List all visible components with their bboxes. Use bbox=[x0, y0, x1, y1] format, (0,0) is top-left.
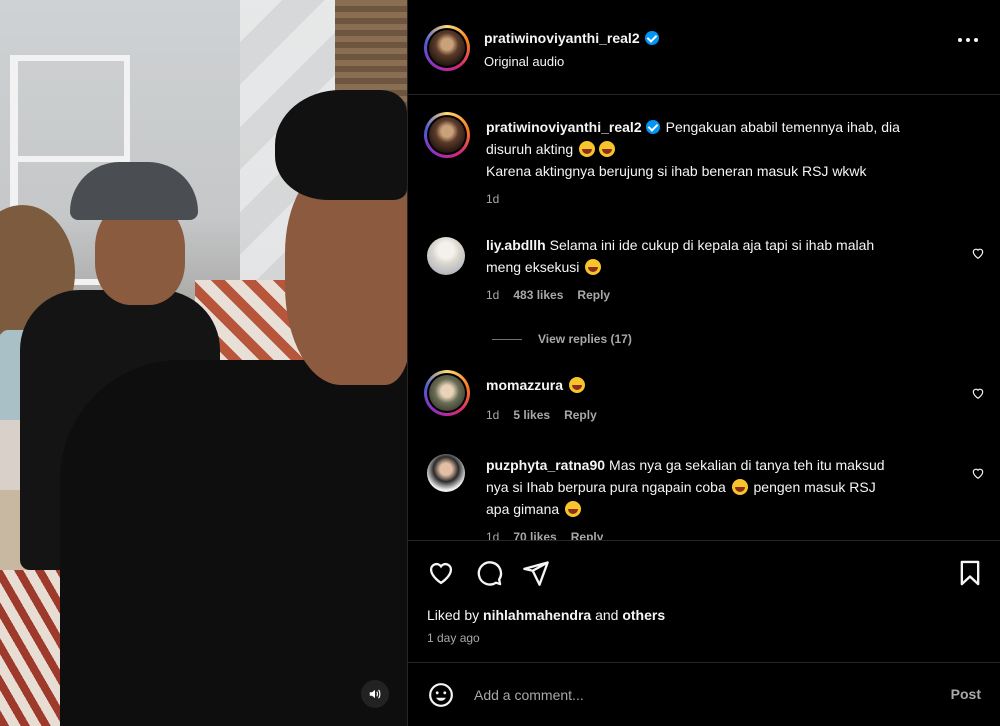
like-comment-heart-icon[interactable] bbox=[971, 466, 985, 480]
comment-likes[interactable]: 5 likes bbox=[513, 408, 550, 422]
caption-line-1: Pengakuan ababil temennya ihab, dia bbox=[665, 119, 900, 135]
post-comment-button[interactable]: Post bbox=[951, 686, 981, 702]
grinning-sweat-emoji-icon bbox=[599, 141, 616, 157]
like-heart-icon[interactable] bbox=[427, 559, 455, 587]
save-bookmark-icon[interactable] bbox=[956, 559, 984, 587]
author-username[interactable]: pratiwinoviyanthi_real2 bbox=[484, 30, 640, 46]
like-comment-heart-icon[interactable] bbox=[971, 246, 985, 260]
comment-line-2b: pengen masuk RSJ bbox=[753, 479, 876, 495]
author-info: pratiwinoviyanthi_real2 Original audio bbox=[484, 30, 659, 69]
comment-username[interactable]: puzphyta_ratna90 bbox=[486, 457, 605, 473]
emoji-picker-icon[interactable] bbox=[428, 682, 454, 708]
comment-meta: 1d 5 likes Reply bbox=[486, 408, 597, 422]
reel-video[interactable] bbox=[0, 0, 407, 726]
view-replies-divider bbox=[492, 338, 522, 340]
comment-likes[interactable]: 483 likes bbox=[513, 288, 563, 302]
comment-age: 1d bbox=[486, 408, 500, 422]
caption-line-3: Karena aktingnya berujung si ihab benera… bbox=[486, 163, 867, 179]
post-panel: pratiwinoviyanthi_real2 Original audio p… bbox=[407, 0, 1000, 726]
reply-button[interactable]: Reply bbox=[564, 408, 597, 422]
liked-by-and: and bbox=[595, 607, 619, 623]
comment-line-1: Mas nya ga sekalian di tanya teh itu mak… bbox=[609, 457, 885, 473]
comment-username[interactable]: momazzura bbox=[486, 377, 563, 393]
liked-by-user[interactable]: nihlahmahendra bbox=[483, 607, 591, 623]
comment-text: momazzura bbox=[486, 374, 961, 396]
video-person-right-hair bbox=[275, 90, 407, 200]
more-options-icon[interactable] bbox=[958, 38, 978, 42]
post-actions: Liked by nihlahmahendra and others 1 day… bbox=[408, 540, 1000, 660]
grinning-sweat-emoji-icon bbox=[585, 259, 602, 275]
comment-composer: Post bbox=[408, 662, 1000, 726]
comment-avatar[interactable] bbox=[427, 454, 465, 492]
verified-badge-icon bbox=[644, 31, 659, 45]
comment-bubble-icon[interactable] bbox=[475, 559, 503, 587]
comment-age: 1d bbox=[486, 288, 500, 302]
share-send-icon[interactable] bbox=[522, 559, 550, 587]
reply-button[interactable]: Reply bbox=[577, 288, 610, 302]
comment-avatar[interactable] bbox=[424, 370, 470, 416]
caption-text: pratiwinoviyanthi_real2 Pengakuan ababil … bbox=[486, 116, 961, 182]
author-avatar[interactable] bbox=[424, 25, 470, 71]
liked-by-others[interactable]: others bbox=[622, 607, 665, 623]
comment-avatar-image bbox=[429, 375, 465, 411]
grinning-sweat-emoji-icon bbox=[565, 501, 582, 517]
grinning-sweat-emoji-icon bbox=[579, 141, 596, 157]
comment-input[interactable] bbox=[474, 682, 914, 708]
comment-meta: 1d 483 likes Reply bbox=[486, 288, 610, 302]
caption-avatar-image bbox=[429, 117, 465, 153]
caption-meta: 1d bbox=[486, 192, 499, 206]
audio-label[interactable]: Original audio bbox=[484, 54, 659, 69]
caption-line-2: disuruh akting bbox=[486, 141, 574, 157]
comment-age: 1d bbox=[486, 530, 500, 540]
comment-text: liy.abdllh Selama ini ide cukup di kepala… bbox=[486, 234, 961, 278]
comment-line-2: meng eksekusi bbox=[486, 259, 580, 275]
grinning-sweat-emoji-icon bbox=[731, 479, 748, 495]
liked-by: Liked by nihlahmahendra and others bbox=[427, 607, 665, 623]
comment-line-2: nya si Ihab berpura pura ngapain coba bbox=[486, 479, 726, 495]
caption-avatar[interactable] bbox=[424, 112, 470, 158]
view-replies-button[interactable]: View replies (17) bbox=[492, 332, 632, 346]
comment-meta: 1d 70 likes Reply bbox=[486, 530, 603, 540]
view-replies-label: View replies (17) bbox=[538, 332, 632, 346]
verified-badge-icon bbox=[645, 120, 660, 134]
caption-username[interactable]: pratiwinoviyanthi_real2 bbox=[486, 119, 642, 135]
grinning-sweat-emoji-icon bbox=[569, 377, 586, 393]
post-header: pratiwinoviyanthi_real2 Original audio bbox=[408, 0, 1000, 95]
comment-likes[interactable]: 70 likes bbox=[513, 530, 556, 540]
liked-by-prefix: Liked by bbox=[427, 607, 480, 623]
author-avatar-image bbox=[429, 30, 465, 66]
like-comment-heart-icon[interactable] bbox=[971, 386, 985, 400]
comment-username[interactable]: liy.abdllh bbox=[486, 237, 546, 253]
video-person-right bbox=[60, 360, 407, 726]
reply-button[interactable]: Reply bbox=[571, 530, 604, 540]
speaker-icon bbox=[369, 689, 381, 699]
comment-line-1: Selama ini ide cukup di kepala aja tapi … bbox=[549, 237, 875, 253]
comments-list: pratiwinoviyanthi_real2 Pengakuan ababil … bbox=[408, 96, 1000, 540]
comment-text: puzphyta_ratna90 Mas nya ga sekalian di t… bbox=[486, 454, 961, 520]
comment-line-3: apa gimana bbox=[486, 501, 560, 517]
caption-age: 1d bbox=[486, 192, 500, 206]
comment-avatar[interactable] bbox=[427, 237, 465, 275]
mute-button[interactable] bbox=[361, 680, 389, 708]
post-timestamp[interactable]: 1 day ago bbox=[427, 631, 480, 645]
